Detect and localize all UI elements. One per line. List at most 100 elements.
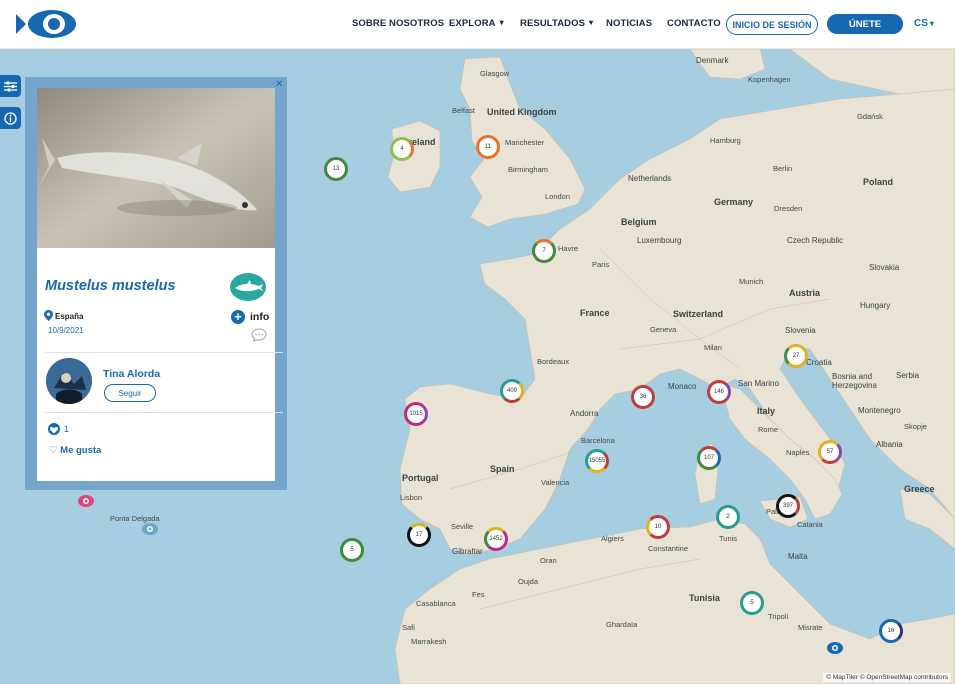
map-label-belgium: Belgium: [621, 217, 657, 227]
map-label-glasgow: Glasgow: [480, 69, 510, 78]
fish-eye-logo[interactable]: [16, 6, 78, 42]
map-label-france: France: [580, 308, 610, 318]
observation-cluster[interactable]: 13: [324, 157, 348, 181]
map-label-kopenhagen: Kopenhagen: [748, 75, 791, 84]
user-name[interactable]: Tina Alorda: [103, 368, 160, 380]
map-label-naples: Naples: [786, 448, 810, 457]
map-label-switzerland: Switzerland: [673, 309, 724, 319]
comment-icon[interactable]: [251, 328, 267, 342]
observation-cluster[interactable]: 27: [784, 344, 808, 368]
map-label-marrakesh: Marrakesh: [411, 637, 447, 646]
observation-cluster[interactable]: 4: [390, 137, 414, 161]
observation-marker-icon[interactable]: [826, 641, 844, 655]
observation-cluster[interactable]: 15055: [585, 449, 609, 473]
map-label-bordeaux: Bordeaux: [537, 357, 570, 366]
observation-cluster[interactable]: 16: [879, 619, 903, 643]
like-button[interactable]: ♡ Me gusta: [49, 445, 101, 456]
map-label-monaco: Monaco: [668, 382, 697, 391]
map-label-london: London: [545, 192, 571, 201]
map-label-italy: Italy: [757, 406, 776, 416]
nav-about[interactable]: SOBRE NOSOTROS: [352, 18, 444, 29]
map-label-hungary: Hungary: [860, 301, 891, 310]
join-button[interactable]: ÚNETE: [827, 14, 903, 34]
popup-divider: [45, 412, 283, 413]
map-label-slovakia: Slovakia: [869, 263, 900, 272]
map-label-tripoli: Tripoli: [768, 612, 789, 621]
map-label-rome: Rome: [758, 425, 779, 434]
observation-cluster[interactable]: 11: [476, 135, 500, 159]
map-label-paris: Paris: [592, 260, 610, 269]
map-label-austria: Austria: [789, 288, 821, 298]
map-label-andorra: Andorra: [570, 409, 599, 418]
info-link[interactable]: info: [250, 311, 269, 323]
nav-news[interactable]: NOTICIAS: [606, 18, 652, 29]
map-label-luxembourg: Luxembourg: [637, 236, 682, 245]
map-label-serbia: Serbia: [896, 371, 920, 380]
nav-results[interactable]: RESULTADOS ▾: [520, 18, 593, 29]
login-button[interactable]: INICIO DE SESIÓN: [726, 14, 818, 35]
map-label-denmark: Denmark: [696, 56, 729, 65]
like-label: Me gusta: [60, 445, 102, 456]
species-name[interactable]: Mustelus mustelus: [45, 278, 176, 294]
map-label-lisbon: Lisbon: [400, 493, 423, 502]
observation-cluster[interactable]: 5: [740, 591, 764, 615]
like-count: 1: [64, 424, 70, 434]
map-label-albania: Albania: [876, 440, 903, 449]
sliders-icon: [4, 80, 17, 92]
popup-divider: [45, 352, 283, 353]
observation-cluster[interactable]: 2: [716, 505, 740, 529]
avatar-image: [46, 358, 92, 404]
nav-explore[interactable]: EXPLORA ▾: [449, 18, 504, 29]
plus-icon[interactable]: +: [231, 310, 245, 324]
map-label-havre: Havre: [558, 244, 579, 253]
nav-results-label: RESULTADOS: [520, 18, 586, 29]
map-label-sanmarino: San Marino: [738, 379, 779, 388]
language-selector[interactable]: CS ▾: [914, 18, 934, 29]
user-avatar[interactable]: [46, 358, 92, 404]
map-label-greece: Greece: [904, 484, 935, 494]
map-label-berlin: Berlin: [773, 164, 793, 173]
observation-cluster[interactable]: 1015: [404, 402, 428, 426]
map-label-safi: Safi: [402, 623, 415, 632]
language-label: CS: [914, 18, 928, 29]
map-label-slovenia: Slovenia: [785, 326, 816, 335]
observation-photo[interactable]: [37, 88, 275, 248]
observation-cluster[interactable]: 10: [646, 515, 670, 539]
observation-cluster[interactable]: 5: [340, 538, 364, 562]
observation-cluster[interactable]: 409: [500, 379, 524, 403]
map-label-munich: Munich: [739, 277, 764, 286]
map-label-poland: Poland: [863, 177, 894, 187]
heart-badge-icon: [48, 423, 60, 435]
observation-marker-icon[interactable]: [77, 494, 95, 508]
observation-cluster[interactable]: 397: [776, 494, 800, 518]
observation-cluster[interactable]: 107: [697, 446, 721, 470]
chevron-down-icon: ▾: [589, 18, 594, 27]
map-label-valencia: Valencia: [541, 478, 570, 487]
observation-cluster[interactable]: 17: [407, 523, 431, 547]
map-label-portugal: Portugal: [402, 473, 439, 483]
follow-button[interactable]: Seguir: [104, 384, 156, 402]
map-label-algiers: Algiers: [601, 534, 624, 543]
observation-country: España: [55, 312, 84, 321]
close-icon[interactable]: ✕: [275, 79, 283, 90]
observation-cluster[interactable]: 1452: [484, 527, 508, 551]
observation-marker-icon[interactable]: [141, 522, 159, 536]
location-pin-icon: [44, 310, 53, 321]
filter-button[interactable]: [0, 75, 21, 97]
observation-cluster[interactable]: 36: [631, 385, 655, 409]
heart-icon: [49, 426, 59, 434]
nav-contact[interactable]: CONTACTO: [667, 18, 721, 29]
map-label-tunis: Tunis: [719, 534, 738, 543]
observation-cluster[interactable]: 146: [707, 380, 731, 404]
map-attribution[interactable]: © MapTiler © OpenStreetMap contributors: [823, 673, 951, 682]
map-label-dresden: Dresden: [774, 204, 803, 213]
chevron-down-icon: ▾: [929, 19, 934, 28]
chevron-down-icon: ▾: [499, 18, 504, 27]
map-label-germany: Germany: [714, 197, 754, 207]
map-label-fes: Fes: [472, 590, 485, 599]
observation-cluster[interactable]: 7: [532, 239, 556, 263]
map-label-spain: Spain: [490, 464, 515, 474]
info-panel-button[interactable]: [0, 107, 21, 129]
map-label-belfast: Belfast: [452, 106, 475, 115]
observation-cluster[interactable]: 57: [818, 440, 842, 464]
